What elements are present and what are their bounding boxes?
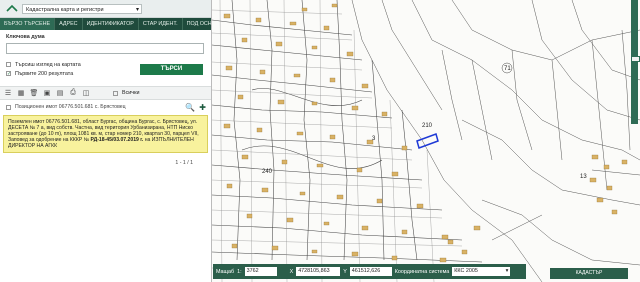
scale-label: Мащаб — [216, 268, 235, 275]
layers-icon[interactable]: ◫ — [81, 88, 91, 98]
tab-old-identifier[interactable]: СТАР ИДЕНТ. — [139, 18, 183, 30]
list-view-icon[interactable]: ☰ — [3, 88, 13, 98]
x-coordinate-field[interactable]: 4728105,863 — [296, 267, 341, 276]
print-icon[interactable]: ⎙ — [68, 88, 78, 98]
x-label: X — [289, 268, 294, 275]
chevron-down-icon: ▾ — [135, 6, 139, 13]
coordinate-bar: Мащаб 1: 3762 X 4728105,863 Y 461512,626… — [213, 264, 526, 279]
scale-input[interactable]: 3762 — [244, 267, 277, 276]
coordinate-system-select[interactable]: ККС 2005 ▾ — [452, 267, 511, 276]
keyword-input[interactable] — [6, 43, 204, 54]
agency-logo-icon — [6, 4, 18, 12]
side-panel: Кадастрална карта и регистри ▾ БЪРЗО ТЪР… — [0, 0, 228, 282]
tab-identifier[interactable]: ИДЕНТИФИКАТОР — [83, 18, 139, 30]
map-canvas[interactable]: 71 3 13 240 210 — [212, 0, 640, 282]
search-button[interactable]: ТЪРСИ — [140, 64, 203, 75]
all-filter[interactable]: Всички — [113, 90, 139, 96]
y-label: Y — [343, 268, 347, 275]
tab-address[interactable]: АДРЕС — [55, 18, 83, 30]
add-icon[interactable]: ✚ — [199, 103, 206, 112]
map-label-210: 210 — [422, 123, 433, 129]
delete-icon[interactable]: 🗑 — [29, 88, 39, 98]
result-checkbox[interactable] — [6, 104, 11, 110]
scale-prefix: 1: — [237, 268, 242, 275]
zoom-slider[interactable] — [631, 0, 638, 124]
first-results-checkbox[interactable]: ✓ — [6, 71, 11, 77]
keyword-label: Ключова дума — [6, 34, 45, 40]
export-icon[interactable]: ▤ — [55, 88, 65, 98]
all-checkbox[interactable] — [113, 90, 118, 96]
y-coordinate-field[interactable]: 461512,626 — [349, 267, 392, 276]
grid-view-icon[interactable]: ▦ — [16, 88, 26, 98]
result-header: Позиционен имот 06776.501.681 с. Брястов… — [6, 102, 206, 112]
zoom-slider-handle[interactable] — [631, 56, 640, 62]
map-label-240: 240 — [262, 169, 273, 175]
select-all-icon[interactable]: ▣ — [42, 88, 52, 98]
chevron-down-icon: ▾ — [505, 268, 509, 274]
map-view-label: Търсиш изглед на картата — [15, 61, 81, 68]
coordinate-system-value: ККС 2005 — [454, 268, 478, 274]
panel-header: Кадастрална карта и регистри ▾ — [0, 0, 211, 18]
app-select[interactable]: Кадастрална карта и регистри ▾ — [22, 3, 142, 14]
results-toolbar: ☰ ▦ 🗑 ▣ ▤ ⎙ ◫ Всички — [0, 86, 211, 100]
all-label: Всички — [122, 90, 140, 96]
brand-logo: КАДАСТЪР — [550, 268, 628, 279]
system-label: Координатна система — [394, 268, 450, 275]
zoom-to-icon[interactable]: 🔍 — [185, 103, 195, 112]
result-order: РД-18-45/03.07.2019 г. — [90, 137, 144, 144]
map-view-checkbox[interactable] — [6, 62, 11, 67]
map-label-71: 71 — [504, 66, 511, 72]
app-select-value: Кадастрална карта и регистри — [26, 6, 104, 13]
tab-quick-search[interactable]: БЪРЗО ТЪРСЕНЕ — [0, 18, 56, 30]
first-results-label: Първите 200 резултата — [15, 70, 74, 77]
search-tabs: БЪРЗО ТЪРСЕНЕ АДРЕС ИДЕНТИФИКАТОР СТАР И… — [0, 18, 228, 30]
pager: 1 - 1 / 1 — [175, 160, 193, 166]
map-label-13: 13 — [580, 174, 587, 180]
result-card[interactable]: Поземлен имот 06776.501.681, област Бург… — [3, 115, 208, 153]
cadastral-map[interactable]: 71 3 13 240 210 — [212, 0, 640, 282]
result-title: Позиционен имот 06776.501.681 с. Брястов… — [15, 104, 126, 110]
